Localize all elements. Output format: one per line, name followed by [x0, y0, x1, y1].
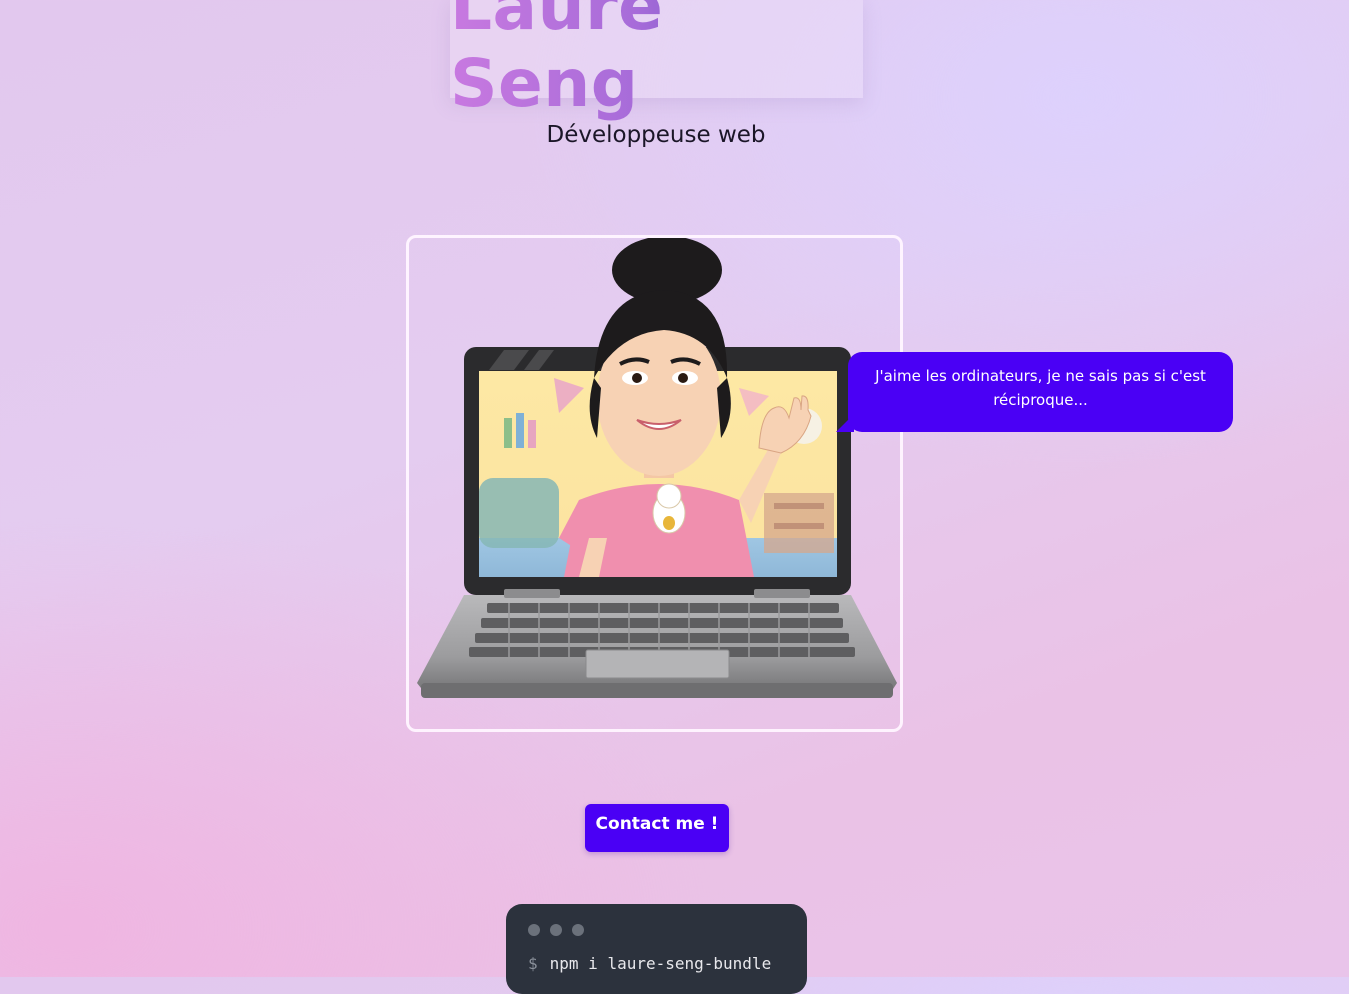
trackpad	[585, 649, 730, 679]
terminal-prompt: $	[528, 954, 538, 973]
avatar-frame	[406, 235, 903, 732]
avatar-laptop-illustration	[417, 238, 897, 698]
title-box: Laure Seng	[450, 0, 863, 122]
window-dot-icon	[572, 924, 584, 936]
page-subtitle: Développeuse web	[546, 122, 766, 148]
speech-bubble: J'aime les ordinateurs, je ne sais pas s…	[836, 352, 1233, 432]
contact-button[interactable]: Contact me !	[585, 804, 729, 852]
window-dot-icon	[528, 924, 540, 936]
page-title: Laure Seng	[450, 0, 863, 122]
terminal-window: $ npm i laure-seng-bundle	[506, 904, 807, 994]
terminal-command-line[interactable]: $ npm i laure-seng-bundle	[528, 954, 771, 973]
terminal-command: npm i laure-seng-bundle	[549, 954, 772, 973]
terminal-window-controls	[528, 924, 584, 936]
window-dot-icon	[550, 924, 562, 936]
